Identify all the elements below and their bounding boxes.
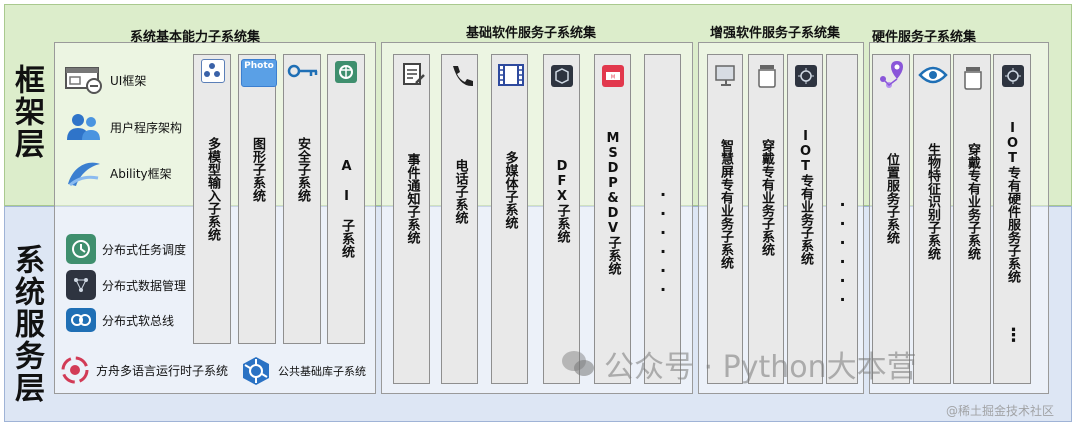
distributed-item-task: 分布式任务调度 — [66, 234, 186, 264]
column-label: 位置服务子系统 — [884, 153, 899, 244]
soft-bus-icon — [66, 308, 96, 332]
ellipsis-label: ······ — [653, 185, 673, 299]
iot-chip-icon — [1002, 65, 1024, 87]
column-multimodal-input: 多模型输入子系统 — [193, 54, 231, 344]
column-label: 生物特征识别子系统 — [925, 143, 940, 260]
framework-item-user-program: 用户程序架构 — [64, 112, 182, 142]
data-management-icon — [66, 270, 96, 300]
distributed-item-data: 分布式数据管理 — [66, 270, 186, 300]
film-icon — [498, 64, 524, 86]
ability-swoosh-icon — [68, 162, 100, 187]
column-iot-hw: IOT专有硬件服务子系统 ⋮ — [993, 54, 1031, 384]
watermark-corner: @稀土掘金技术社区 — [946, 404, 1055, 418]
bottom-item-common-lib: 公共基础库子系统 — [240, 355, 366, 387]
distributed-item-label: 分布式软总线 — [102, 313, 175, 328]
column-label: 安全子系统 — [295, 137, 310, 202]
column-wearable: 穿戴专有业务子系统 — [748, 54, 784, 384]
iot-chip-icon — [795, 65, 817, 87]
ui-window-icon — [65, 67, 102, 94]
distributed-item-label: 分布式数据管理 — [102, 278, 187, 293]
column-graphics: Photo 图形子系统 — [238, 54, 277, 344]
column-more-enhanced: ······ — [826, 54, 858, 384]
column-label: MSDP&DV子系统 — [605, 131, 621, 275]
framework-item-label: Ability框架 — [110, 166, 172, 181]
notes-icon — [403, 63, 425, 85]
ellipsis-label: ······ — [833, 195, 852, 309]
column-msdp-dv: M MSDP&DV子系统 — [594, 54, 631, 384]
column-event-notify: 事件通知子系统 — [393, 54, 430, 384]
distributed-item-label: 分布式任务调度 — [102, 242, 187, 257]
column-iot: IOT专有业务子系统 — [787, 54, 823, 384]
column-ai: A I 子系统 — [327, 54, 365, 344]
common-library-icon — [243, 357, 269, 385]
photo-icon: Photo — [241, 59, 277, 87]
column-label: IOT专有硬件服务子系统 — [1005, 121, 1020, 283]
msdp-app-icon: M — [602, 65, 624, 87]
column-label: 穿戴专有业务子系统 — [759, 139, 774, 256]
column-label: A I 子系统 — [339, 159, 354, 258]
smart-screen-icon — [715, 65, 735, 86]
multimodal-input-icon — [201, 59, 225, 83]
group-title-basic-capability: 系统基本能力子系统集 — [130, 30, 261, 45]
dfx-cube-icon — [551, 65, 573, 87]
group-title-basic-software: 基础软件服务子系统集 — [466, 26, 597, 41]
column-label: 穿戴专有业务子系统 — [965, 143, 980, 260]
task-schedule-icon — [66, 234, 96, 264]
eye-icon — [918, 66, 948, 84]
column-dfx: DFX子系统 — [543, 54, 580, 384]
system-services-layer-title: 系统服务层 — [9, 244, 44, 404]
ai-brain-icon — [335, 61, 357, 83]
column-smart-screen: 智慧屏专有业务子系统 — [707, 54, 743, 384]
framework-item-label: 用户程序架构 — [110, 120, 183, 135]
group-title-enhanced-software: 增强软件服务子系统集 — [710, 26, 841, 41]
phone-icon — [453, 66, 473, 87]
column-location: 位置服务子系统 — [872, 54, 910, 384]
key-icon — [287, 64, 318, 78]
ark-runtime-icon — [61, 356, 89, 384]
wearable-jar-icon — [758, 65, 776, 88]
framework-item-ui: UI框架 — [64, 66, 146, 94]
column-label: 电话子系统 — [452, 159, 468, 224]
column-multimedia: 多媒体子系统 — [491, 54, 528, 384]
column-biometric: 生物特征识别子系统 — [913, 54, 951, 384]
watermark-main: 公众号 · Python大本营 — [560, 342, 917, 386]
wechat-icon — [562, 351, 594, 376]
watermark-main-text: 公众号 · Python大本营 — [604, 350, 917, 385]
framework-item-label: UI框架 — [110, 73, 147, 88]
group-title-hardware: 硬件服务子系统集 — [872, 30, 977, 45]
bottom-item-label: 公共基础库子系统 — [278, 365, 366, 378]
framework-item-ability: Ability框架 — [64, 158, 172, 188]
column-label: IOT专有业务子系统 — [798, 129, 813, 265]
column-label: DFX子系统 — [554, 159, 570, 243]
ellipsis-label: ⋮ — [1003, 325, 1024, 346]
column-label: 图形子系统 — [250, 137, 265, 202]
bottom-item-ark: 方舟多语言运行时子系统 — [60, 355, 228, 385]
column-wearable-hw: 穿戴专有业务子系统 — [953, 54, 991, 384]
wearable-jar-icon — [964, 67, 982, 90]
users-icon — [67, 114, 100, 140]
bottom-item-label: 方舟多语言运行时子系统 — [96, 363, 229, 378]
column-label: 多模型输入子系统 — [205, 137, 220, 241]
column-label: 事件通知子系统 — [404, 153, 420, 244]
column-label: 智慧屏专有业务子系统 — [718, 139, 733, 269]
distributed-item-softbus: 分布式软总线 — [66, 308, 174, 332]
column-phone: 电话子系统 — [441, 54, 478, 384]
svg-text:M: M — [611, 75, 615, 81]
location-pin-icon — [880, 61, 903, 88]
framework-layer-title: 框架层 — [9, 64, 44, 160]
column-label: 多媒体子系统 — [502, 151, 518, 229]
column-security: 安全子系统 — [283, 54, 321, 344]
column-more-basic-software: ······ — [644, 54, 681, 384]
